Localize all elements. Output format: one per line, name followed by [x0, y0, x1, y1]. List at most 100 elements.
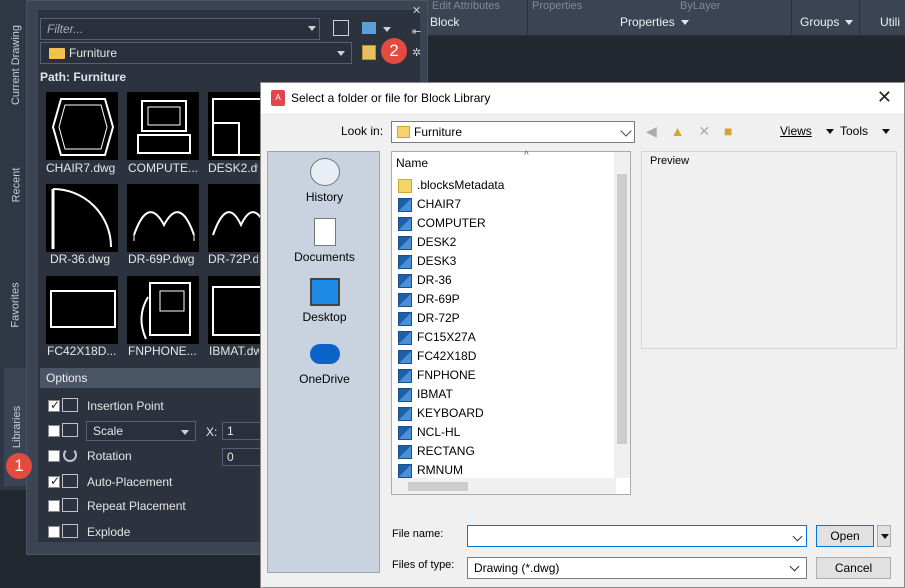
autocad-icon: A	[271, 90, 285, 106]
list-item[interactable]: CHAIR7	[398, 197, 461, 212]
place-history[interactable]: History	[268, 158, 381, 204]
filter-input[interactable]: Filter...	[40, 18, 320, 40]
dialog-titlebar: A Select a folder or file for Block Libr…	[261, 83, 904, 113]
block-thumbnail[interactable]	[208, 184, 270, 252]
view-dropdown-icon[interactable]	[383, 27, 391, 32]
ribbon-tab-block[interactable]: Block	[430, 15, 459, 29]
library-browse-icon[interactable]	[362, 45, 376, 60]
ribbon-tab-groups[interactable]: Groups	[800, 15, 854, 29]
ribbon-tab-properties[interactable]: Properties	[620, 15, 689, 29]
rotation-input[interactable]: 0	[222, 448, 262, 466]
dwg-file-icon	[398, 273, 412, 288]
folder-icon	[398, 178, 412, 193]
explode-checkbox[interactable]	[48, 526, 60, 538]
filter-dropdown-icon[interactable]	[308, 26, 316, 31]
place-onedrive[interactable]: OneDrive	[268, 338, 381, 386]
dwg-file-icon	[398, 254, 412, 269]
library-folder-select[interactable]: Furniture	[40, 42, 352, 64]
file-name: COMPUTER	[417, 216, 486, 230]
tab-recent[interactable]: Recent	[6, 135, 26, 235]
block-name: DR-69P.dwg	[128, 252, 195, 266]
list-item[interactable]: NCL-HL	[398, 425, 460, 440]
file-name: IBMAT	[417, 387, 453, 401]
list-item[interactable]: DESK2	[398, 235, 456, 250]
block-name: FNPHONE...	[128, 344, 197, 358]
auto-placement-checkbox[interactable]	[48, 474, 60, 488]
delete-icon[interactable]: ✕	[698, 123, 710, 139]
tab-favorites[interactable]: Favorites	[6, 250, 26, 360]
list-item[interactable]: IBMAT	[398, 387, 453, 402]
place-desktop[interactable]: Desktop	[268, 278, 381, 324]
close-icon[interactable]: ✕	[412, 4, 428, 17]
chevron-down-icon	[620, 125, 632, 137]
horizontal-scrollbar[interactable]	[392, 478, 616, 494]
file-name-input[interactable]	[467, 525, 807, 547]
block-thumbnail[interactable]	[127, 276, 199, 344]
autohide-icon[interactable]: ⇤	[412, 25, 428, 38]
files-of-type-select[interactable]: Drawing (*.dwg)	[467, 557, 807, 579]
ribbon-block-section: Edit Attributes Block	[428, 0, 528, 36]
block-thumbnail[interactable]	[46, 184, 118, 252]
views-menu[interactable]: Views	[780, 124, 834, 138]
list-item[interactable]: COMPUTER	[398, 216, 486, 231]
file-name: DR-69P	[417, 292, 460, 306]
repeat-placement-checkbox[interactable]	[48, 500, 60, 512]
scale-select[interactable]: Scale	[86, 421, 196, 441]
list-item[interactable]: FC42X18D	[398, 349, 476, 364]
auto-placement-label: Auto-Placement	[87, 475, 173, 489]
block-thumbnail[interactable]	[127, 92, 199, 160]
dwg-file-icon	[398, 425, 412, 440]
ribbon-groups-section: Groups	[798, 0, 860, 36]
new-folder-icon[interactable]: ■	[724, 123, 732, 139]
list-item[interactable]: FNPHONE	[398, 368, 476, 383]
options-header[interactable]: Options	[40, 368, 270, 388]
dwg-file-icon	[398, 406, 412, 421]
properties-icon[interactable]: ✲	[412, 46, 428, 59]
list-item[interactable]: DR-36	[398, 273, 452, 288]
block-name: COMPUTE...	[128, 161, 199, 175]
insertion-point-checkbox[interactable]	[48, 398, 60, 412]
block-thumbnail[interactable]	[208, 92, 270, 160]
rotation-checkbox[interactable]	[48, 450, 60, 462]
tab-current-drawing[interactable]: Current Drawing	[6, 10, 26, 120]
chevron-down-icon	[825, 129, 834, 135]
x-scale-input[interactable]: 1	[222, 422, 262, 440]
up-folder-icon[interactable]: ▲	[671, 123, 685, 139]
look-in-select[interactable]: Furniture	[391, 121, 635, 143]
dialog-title: Select a folder or file for Block Librar…	[291, 91, 491, 105]
place-label: Documents	[294, 250, 355, 264]
scrollbar-thumb[interactable]	[408, 482, 468, 491]
ribbon-faint-bylayer: ByLayer	[680, 0, 721, 12]
block-thumbnail[interactable]	[127, 184, 199, 252]
close-icon[interactable]: ✕	[877, 87, 892, 108]
ribbon-tab-utilities[interactable]: Utili	[880, 15, 900, 29]
scrollbar-thumb[interactable]	[617, 174, 627, 444]
list-item[interactable]: DESK3	[398, 254, 456, 269]
file-name: KEYBOARD	[417, 406, 484, 420]
column-header-name[interactable]: Name	[396, 156, 428, 170]
list-item[interactable]: DR-72P	[398, 311, 460, 326]
cancel-button[interactable]: Cancel	[816, 557, 891, 579]
scale-checkbox[interactable]	[48, 425, 60, 437]
back-arrow-icon[interactable]: ◀	[646, 123, 657, 139]
list-item[interactable]: RMNUM	[398, 463, 463, 478]
block-thumbnail[interactable]	[208, 276, 270, 344]
list-item[interactable]: FC15X27A	[398, 330, 476, 345]
image-view-icon[interactable]	[362, 22, 376, 34]
block-thumbnail[interactable]	[46, 276, 118, 344]
vertical-scrollbar[interactable]	[614, 152, 630, 478]
tools-menu[interactable]: Tools	[840, 124, 891, 138]
places-bar: History Documents Desktop OneDrive	[267, 151, 380, 573]
chevron-down-icon	[789, 561, 800, 572]
block-thumbnail[interactable]	[46, 92, 118, 160]
list-item[interactable]: KEYBOARD	[398, 406, 484, 421]
list-item[interactable]: RECTANG	[398, 444, 475, 459]
open-dropdown-button[interactable]	[877, 525, 891, 547]
browse-settings-icon[interactable]	[333, 20, 349, 36]
list-item[interactable]: DR-69P	[398, 292, 460, 307]
place-documents[interactable]: Documents	[268, 218, 381, 264]
sort-arrow-icon: ^	[524, 150, 529, 161]
dialog-toolbar: ◀ ▲ ✕ ■	[646, 123, 743, 140]
open-button[interactable]: Open	[816, 525, 874, 547]
list-item[interactable]: .blocksMetadata	[398, 178, 504, 193]
